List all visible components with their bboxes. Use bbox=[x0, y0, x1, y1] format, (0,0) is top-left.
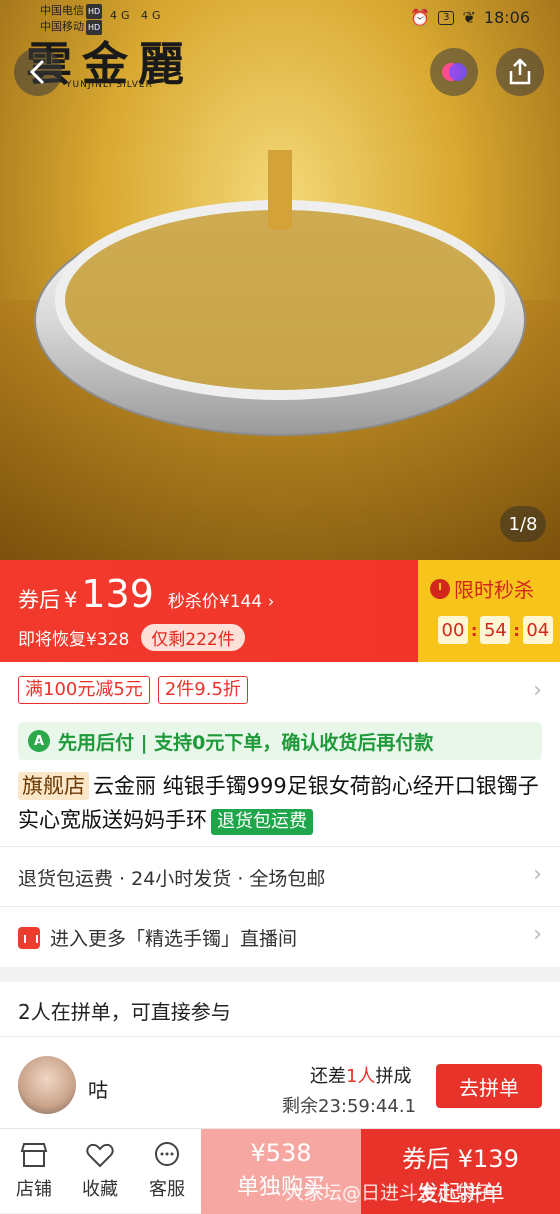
group-label: 发起拼单 bbox=[416, 1182, 505, 1207]
favorite-button[interactable]: 收藏 bbox=[70, 1141, 130, 1201]
group-entry: 咕 还差1人拼成 剩余23:59:44.1 去拼单 bbox=[0, 1038, 560, 1128]
pay-later-banner[interactable]: A 先用后付 | 支持0元下单，确认收货后再付款 bbox=[18, 722, 542, 760]
mini-program-icon bbox=[442, 63, 467, 81]
divider bbox=[0, 1036, 560, 1037]
pay-later-text: 先用后付 | 支持0元下单，确认收货后再付款 bbox=[58, 731, 434, 754]
chevron-right-icon: › bbox=[267, 592, 275, 612]
favorite-label: 收藏 bbox=[82, 1179, 118, 1200]
store-label: 店铺 bbox=[16, 1179, 52, 1200]
live-stream-icon bbox=[18, 926, 40, 949]
leaf-icon: ❦ bbox=[462, 8, 476, 27]
product-image-gallery[interactable]: 中国电信 HD 中国移动 HD 4G 4G ⏰ 3 ❦ 18:06 雲金麗 YUNJ… bbox=[0, 0, 560, 560]
service-guarantees[interactable]: 退货包运费 · 24小时发货 · 全场包邮 bbox=[18, 864, 325, 891]
battery-icon: 3 bbox=[438, 10, 455, 25]
clock-icon bbox=[430, 578, 450, 599]
promo-tags[interactable]: 满100元减5元 2件9.5折 bbox=[18, 676, 248, 704]
price-info: 券后 ¥ 139 秒杀价¥144 › 即将恢复¥328 仅剩222件 bbox=[18, 560, 418, 662]
group-price: 券后 ¥139 bbox=[402, 1145, 519, 1173]
avatar bbox=[18, 1056, 76, 1114]
currency-symbol: ¥ bbox=[64, 588, 78, 612]
hd-badge: HD bbox=[86, 4, 103, 19]
countdown-separator: : bbox=[471, 620, 478, 640]
chevron-left-icon bbox=[29, 59, 45, 85]
group-need-text: 还差1人拼成 bbox=[310, 1062, 411, 1088]
status-right: ⏰ 3 ❦ 18:06 bbox=[410, 8, 530, 27]
customer-service-label: 客服 bbox=[149, 1179, 185, 1200]
signal-icons: 4G 4G bbox=[110, 9, 165, 22]
countdown-timer: 00 : 54 : 04 bbox=[438, 616, 553, 644]
buy-alone-button[interactable]: ¥538 单独购买 bbox=[201, 1129, 361, 1214]
share-icon bbox=[509, 58, 531, 85]
product-title: 旗舰店 云金丽 纯银手镯999足银女荷韵心经开口银镯子实心宽版送妈妈手环 退货包运费 bbox=[18, 769, 542, 837]
brand-subtitle: YUNJINLI SILVER bbox=[66, 80, 153, 90]
solo-label: 单独购买 bbox=[236, 1175, 325, 1200]
live-room-entry[interactable]: 进入更多「精选手镯」直播间 bbox=[18, 924, 297, 951]
countdown-seconds: 04 bbox=[522, 616, 553, 644]
solo-price: ¥538 bbox=[250, 1139, 312, 1167]
join-group-button[interactable]: 去拼单 bbox=[436, 1064, 542, 1108]
share-button[interactable] bbox=[496, 48, 544, 96]
clock-time: 18:06 bbox=[483, 8, 530, 27]
pay-later-icon: A bbox=[28, 730, 50, 752]
need-prefix: 还差 bbox=[310, 1066, 346, 1087]
need-suffix: 拼成 bbox=[375, 1066, 412, 1087]
flagship-store-tag: 旗舰店 bbox=[18, 772, 89, 800]
promo-tag[interactable]: 满100元减5元 bbox=[18, 676, 150, 704]
chat-icon bbox=[155, 1142, 179, 1166]
bottom-action-bar: 店铺 收藏 客服 ¥538 单独购买 券后 ¥139 发起拼单 bbox=[0, 1128, 560, 1214]
live-room-text: 进入更多「精选手镯」直播间 bbox=[50, 928, 298, 950]
bracelet-image bbox=[34, 150, 526, 436]
chevron-right-icon[interactable]: › bbox=[533, 678, 542, 703]
image-page-indicator: 1/8 bbox=[500, 506, 546, 542]
chevron-right-icon[interactable]: › bbox=[533, 922, 542, 947]
need-count: 1人 bbox=[346, 1066, 376, 1087]
group-buy-title: 2人在拼单，可直接参与 bbox=[18, 1000, 231, 1024]
divider bbox=[0, 906, 560, 907]
countdown-minutes: 54 bbox=[480, 616, 511, 644]
seckill-price-text: 秒杀价¥144 bbox=[167, 592, 263, 612]
countdown-separator: : bbox=[513, 620, 520, 640]
heart-icon bbox=[86, 1143, 114, 1168]
divider bbox=[0, 846, 560, 847]
group-time-left: 剩余23:59:44.1 bbox=[282, 1096, 417, 1117]
seckill-price[interactable]: 秒杀价¥144 › bbox=[168, 587, 274, 612]
chevron-right-icon[interactable]: › bbox=[533, 862, 542, 887]
promo-tag[interactable]: 2件9.5折 bbox=[157, 676, 248, 704]
price-banner: 券后 ¥ 139 秒杀价¥144 › 即将恢复¥328 仅剩222件 限时秒杀 … bbox=[0, 560, 560, 662]
coupon-price-label: 券后 bbox=[18, 588, 60, 612]
alarm-icon: ⏰ bbox=[410, 8, 431, 27]
restore-price: 即将恢复¥328 bbox=[18, 630, 130, 650]
group-user-name: 咕 bbox=[88, 1078, 108, 1102]
coupon-price: 139 bbox=[81, 572, 154, 616]
stock-remaining-badge: 仅剩222件 bbox=[141, 624, 245, 651]
product-info-card: 满100元减5元 2件9.5折 › A 先用后付 | 支持0元下单，确认收货后再… bbox=[0, 662, 560, 967]
group-buy-card: 2人在拼单，可直接参与 咕 还差1人拼成 剩余23:59:44.1 去拼单 bbox=[0, 982, 560, 1128]
store-icon bbox=[20, 1143, 48, 1167]
mini-program-button[interactable] bbox=[430, 48, 478, 96]
carrier-1: 中国电信 bbox=[40, 4, 84, 17]
free-return-tag: 退货包运费 bbox=[211, 809, 313, 835]
countdown-hours: 00 bbox=[438, 616, 468, 644]
back-button[interactable] bbox=[14, 48, 62, 96]
store-button[interactable]: 店铺 bbox=[4, 1141, 64, 1201]
customer-service-button[interactable]: 客服 bbox=[137, 1141, 197, 1201]
start-group-button[interactable]: 券后 ¥139 发起拼单 bbox=[361, 1129, 560, 1214]
flash-sale-label: 限时秒杀 bbox=[454, 578, 534, 602]
flash-sale-panel: 限时秒杀 00 : 54 : 04 bbox=[418, 560, 560, 662]
